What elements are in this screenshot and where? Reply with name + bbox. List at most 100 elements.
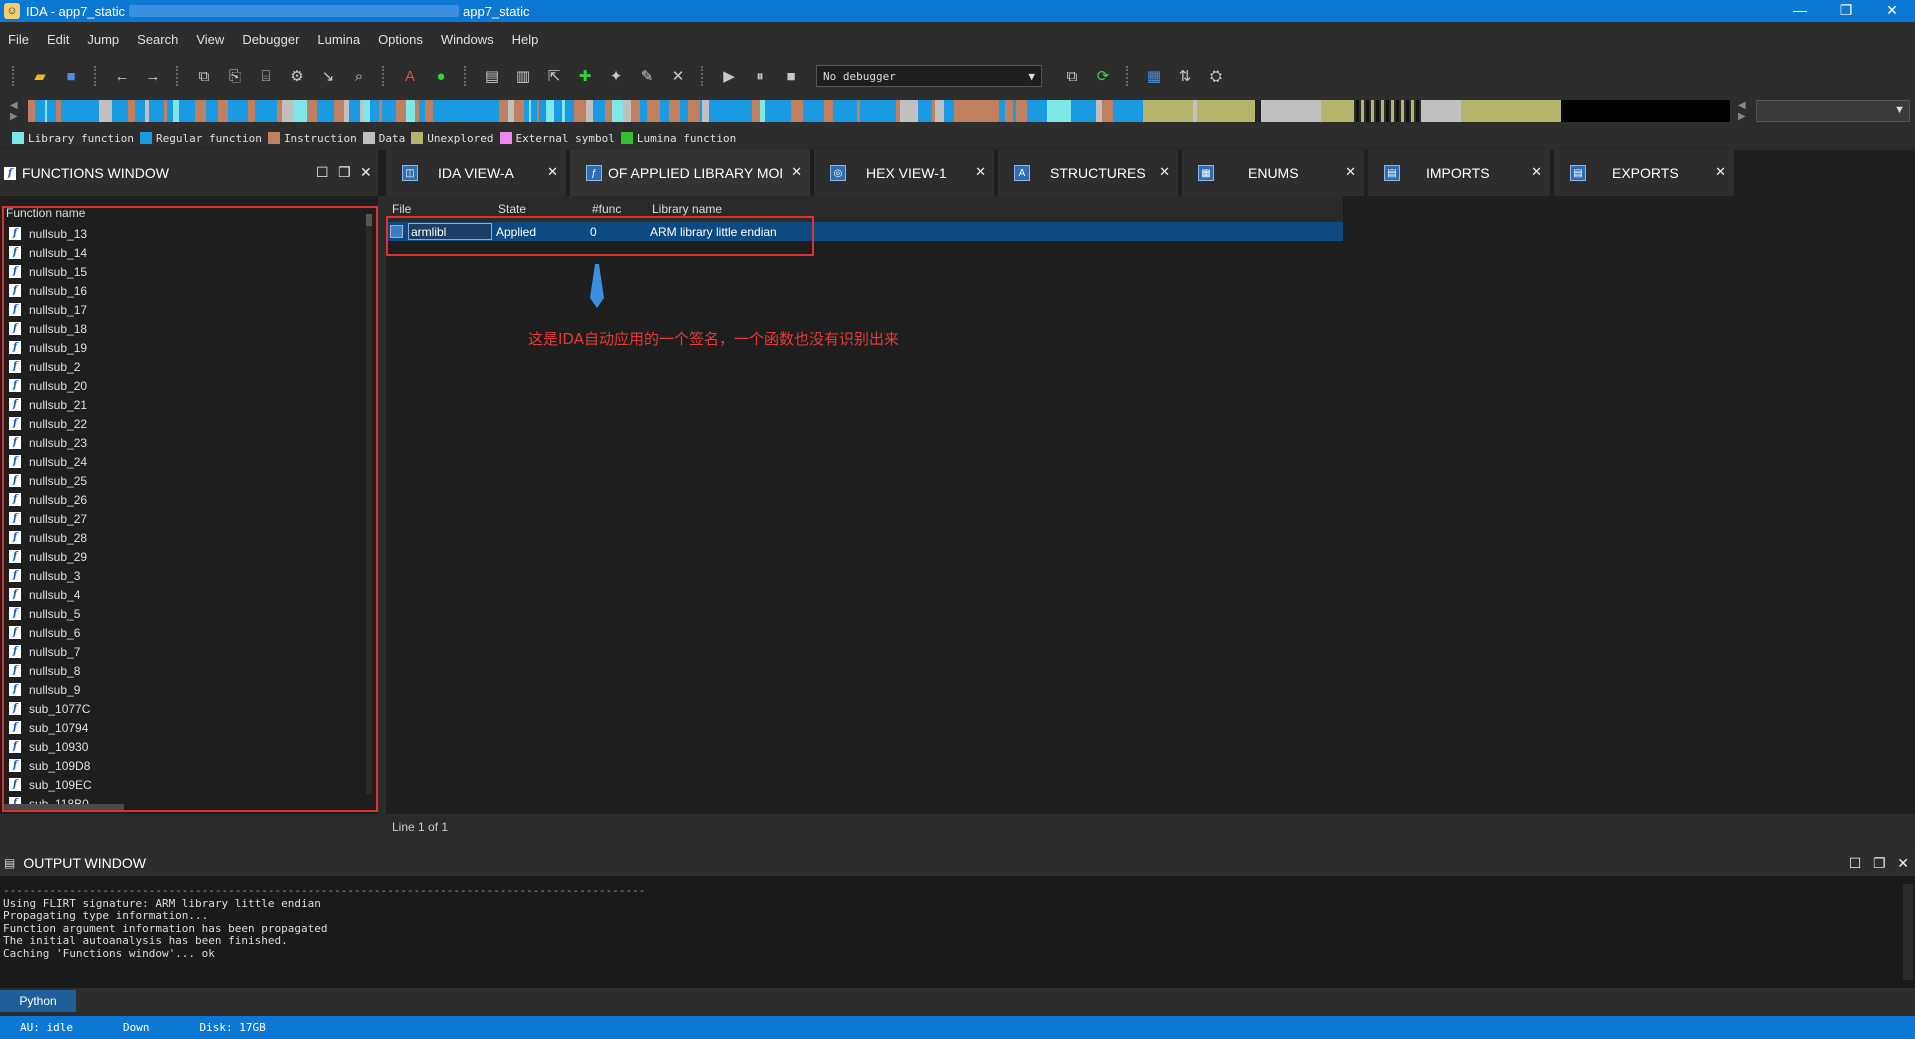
function-list-item[interactable]: f nullsub_18 [6, 319, 368, 338]
save-icon[interactable]: ■ [59, 64, 83, 88]
toolbar-grip[interactable] [176, 66, 182, 86]
tab-enums[interactable]: ▦ ENUMS ✕ [1182, 150, 1364, 196]
menu-windows[interactable]: Windows [441, 32, 494, 47]
debugger-select[interactable]: No debugger ▼ [816, 65, 1042, 87]
function-list-item[interactable]: f nullsub_27 [6, 509, 368, 528]
function-list-item[interactable]: f nullsub_13 [6, 224, 368, 243]
menu-debugger[interactable]: Debugger [242, 32, 299, 47]
function-list-item[interactable]: f nullsub_3 [6, 566, 368, 585]
function-list-item[interactable]: f nullsub_28 [6, 528, 368, 547]
net-icon[interactable]: ⛭ [1204, 64, 1228, 88]
python-button[interactable]: Python [0, 990, 76, 1012]
scroll-thumb[interactable] [366, 214, 372, 226]
function-list-item[interactable]: f sub_109EC [6, 775, 368, 794]
function-list-item[interactable]: f sub_1077C [6, 699, 368, 718]
toolbar-grip[interactable] [382, 66, 388, 86]
toolbar-grip[interactable] [701, 66, 707, 86]
function-list-item[interactable]: f sub_10930 [6, 737, 368, 756]
add-breakpoint-icon[interactable]: ✚ [573, 64, 597, 88]
pause-icon[interactable]: ⏸ [748, 64, 772, 88]
function-list-item[interactable]: f nullsub_20 [6, 376, 368, 395]
close-icon[interactable]: ✕ [1345, 164, 1356, 180]
menu-lumina[interactable]: Lumina [317, 32, 360, 47]
tab-applied-library-modules[interactable]: ƒ OF APPLIED LIBRARY MODULES ✕ [570, 150, 810, 196]
nav-dropdown[interactable]: ▼ [1756, 100, 1910, 122]
function-list-item[interactable]: f nullsub_24 [6, 452, 368, 471]
edit-icon[interactable]: ✎ [635, 64, 659, 88]
function-list-item[interactable]: f nullsub_26 [6, 490, 368, 509]
maximize-button[interactable]: ❐ [1823, 0, 1869, 22]
float-window-icon[interactable]: ☐ [1849, 855, 1862, 871]
close-icon[interactable]: ✕ [791, 164, 802, 180]
function-list-item[interactable]: f nullsub_4 [6, 585, 368, 604]
tab-ida-view-a[interactable]: ◫ IDA VIEW-A ✕ [386, 150, 566, 196]
export-icon[interactable]: ⇱ [542, 64, 566, 88]
menu-options[interactable]: Options [378, 32, 423, 47]
refresh-icon[interactable]: ⟳ [1091, 64, 1115, 88]
menu-view[interactable]: View [196, 32, 224, 47]
function-list-item[interactable]: f sub_10794 [6, 718, 368, 737]
hex-icon[interactable]: ▤ [480, 64, 504, 88]
function-list-item[interactable]: f nullsub_2 [6, 357, 368, 376]
column-file[interactable]: File [392, 202, 411, 216]
close-icon[interactable]: ✕ [975, 164, 986, 180]
menu-edit[interactable]: Edit [47, 32, 69, 47]
open-icon[interactable]: ▰ [28, 64, 52, 88]
function-name-column-header[interactable]: Function name [6, 208, 85, 220]
nav-left-arrows[interactable]: ◀ ▶ [10, 100, 18, 122]
search-icon[interactable]: ⌕ [347, 64, 371, 88]
menu-jump[interactable]: Jump [87, 32, 119, 47]
play-icon[interactable]: ▶ [717, 64, 741, 88]
menu-help[interactable]: Help [512, 32, 539, 47]
navigation-strip[interactable] [28, 100, 1730, 122]
function-list-item[interactable]: f nullsub_21 [6, 395, 368, 414]
function-list-item[interactable]: f nullsub_9 [6, 680, 368, 699]
function-list-item[interactable]: f nullsub_25 [6, 471, 368, 490]
column-library-name[interactable]: Library name [652, 202, 722, 216]
minimize-button[interactable]: — [1777, 0, 1823, 22]
function-list-item[interactable]: f sub_109D8 [6, 756, 368, 775]
close-icon[interactable]: ✕ [1715, 164, 1726, 180]
function-list-item[interactable]: f nullsub_15 [6, 262, 368, 281]
forward-icon[interactable]: → [141, 64, 165, 88]
struct-icon[interactable]: ▥ [511, 64, 535, 88]
paste-icon[interactable]: ⎘ [223, 64, 247, 88]
graph-icon[interactable]: ▦ [1142, 64, 1166, 88]
attach-icon[interactable]: ⧉ [1060, 64, 1084, 88]
function-list-item[interactable]: f nullsub_14 [6, 243, 368, 262]
function-list-item[interactable]: f nullsub_8 [6, 661, 368, 680]
function-list-item[interactable]: f nullsub_17 [6, 300, 368, 319]
nav-right-arrows[interactable]: ◀ ▶ [1738, 100, 1746, 122]
function-list-item[interactable]: f nullsub_5 [6, 604, 368, 623]
restore-window-icon[interactable]: ❐ [338, 164, 351, 181]
tab-structures[interactable]: A STRUCTURES ✕ [998, 150, 1178, 196]
script-icon[interactable]: ⚙ [285, 64, 309, 88]
function-list-item[interactable]: f nullsub_16 [6, 281, 368, 300]
tab-exports[interactable]: ▤ EXPORTS ✕ [1554, 150, 1734, 196]
toolbar-grip[interactable] [1126, 66, 1132, 86]
function-list-item[interactable]: f nullsub_6 [6, 623, 368, 642]
tab-hex-view-1[interactable]: ◎ HEX VIEW-1 ✕ [814, 150, 994, 196]
jump-icon[interactable]: ↘ [316, 64, 340, 88]
column-state[interactable]: State [498, 202, 526, 216]
output-log[interactable]: ----------------------------------------… [0, 876, 1915, 988]
close-icon[interactable]: ✕ [1897, 855, 1909, 871]
close-icon[interactable]: ✕ [360, 164, 372, 181]
tab-imports[interactable]: ▤ IMPORTS ✕ [1368, 150, 1550, 196]
stop-icon[interactable]: ■ [779, 64, 803, 88]
output-scrollbar[interactable] [1903, 884, 1913, 980]
toolbar-grip[interactable] [12, 66, 18, 86]
horizontal-scrollbar[interactable] [4, 804, 124, 810]
column-nfunc[interactable]: #func [592, 202, 621, 216]
close-button[interactable]: ✕ [1869, 0, 1915, 22]
close-icon[interactable]: ✕ [1531, 164, 1542, 180]
run-analysis-icon[interactable]: ● [429, 64, 453, 88]
pin-icon[interactable]: ⇅ [1173, 64, 1197, 88]
tool-icon[interactable]: ✦ [604, 64, 628, 88]
function-list-item[interactable]: f nullsub_23 [6, 433, 368, 452]
vertical-scrollbar[interactable] [366, 214, 372, 794]
text-icon[interactable]: A [398, 64, 422, 88]
close-icon[interactable]: ✕ [1159, 164, 1170, 180]
cross-icon[interactable]: ✕ [666, 64, 690, 88]
toolbar-grip[interactable] [94, 66, 100, 86]
